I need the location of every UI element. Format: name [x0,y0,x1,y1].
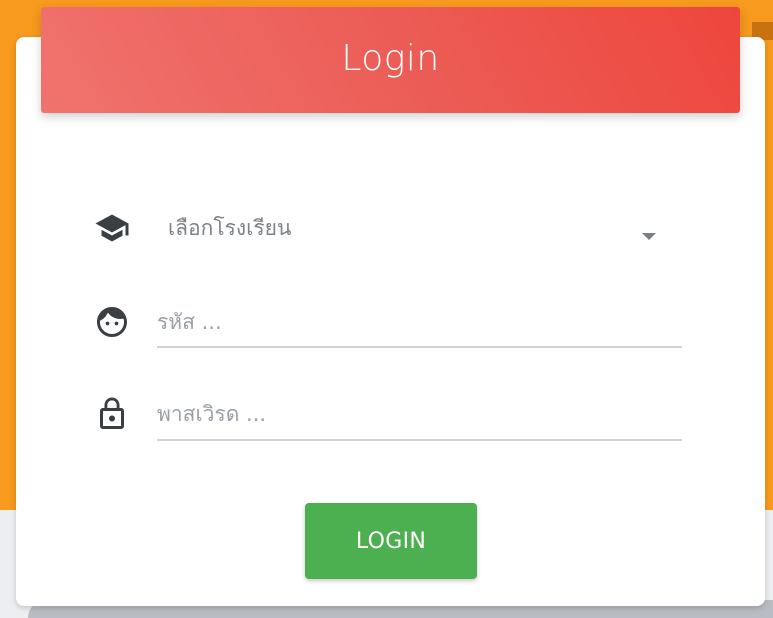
page: Login เลือกโรงเรียน รหัส ... พาสเวิรด ..… [0,0,773,618]
password-input[interactable]: พาสเวิรด ... [157,398,266,431]
code-input-underline [157,346,682,348]
school-select-value[interactable]: เลือกโรงเรียน [168,212,291,245]
face-icon [97,307,127,337]
lock-icon [100,397,124,429]
login-title: Login [341,37,440,79]
password-input-underline [157,439,682,441]
graduation-cap-icon [95,214,129,242]
code-input[interactable]: รหัส ... [157,306,222,339]
login-button[interactable]: LOGIN [305,503,477,579]
login-card-header: Login [41,7,740,113]
chevron-down-icon[interactable] [642,233,656,240]
